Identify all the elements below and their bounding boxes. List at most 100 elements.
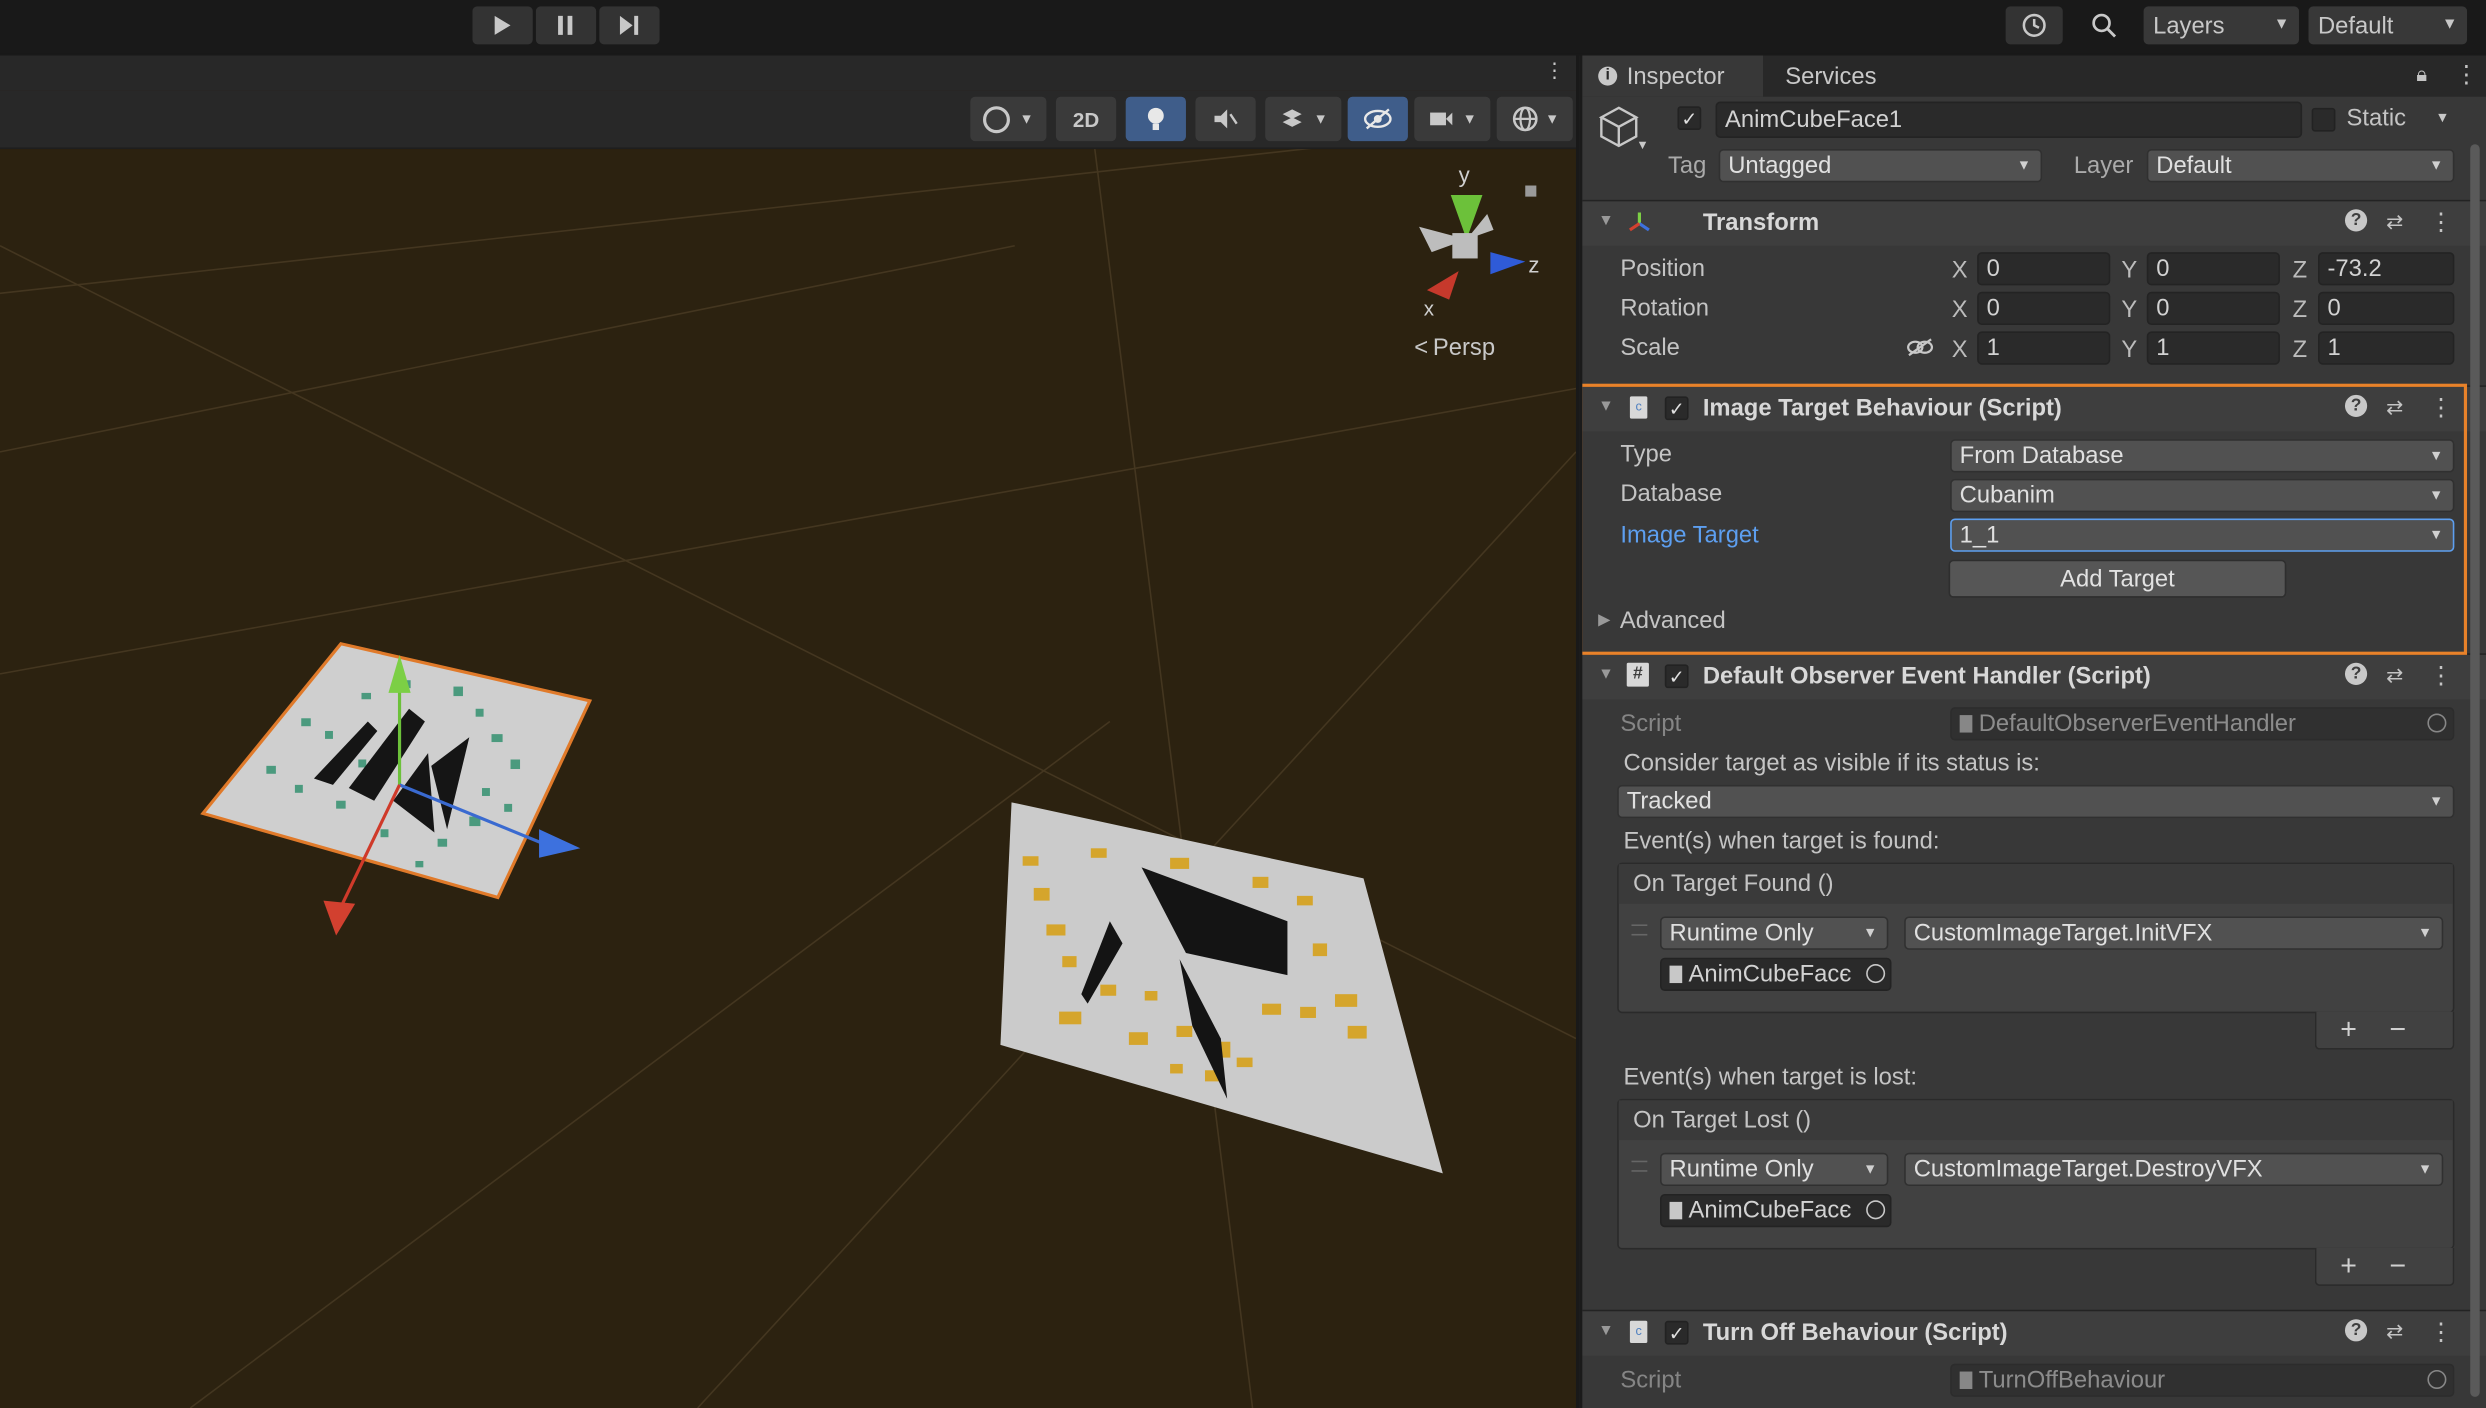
- lock-icon[interactable]: 🔒︎: [2416, 62, 2427, 87]
- chevron-down-icon: ▼: [1462, 110, 1477, 127]
- rotation-x-field[interactable]: 0: [1977, 291, 2111, 326]
- constrain-proportions-icon[interactable]: [1906, 336, 1935, 358]
- history-icon: [2022, 13, 2046, 37]
- layout-label: Default: [2318, 11, 2394, 39]
- preset-sliders-icon[interactable]: ⇄: [2386, 1319, 2403, 1344]
- lost-function-dropdown[interactable]: CustomImageTarget.DestroyVFX ▼: [1904, 1152, 2444, 1187]
- gizmos-dropdown[interactable]: ▼: [1496, 96, 1573, 142]
- rotation-z-field[interactable]: 0: [2318, 291, 2455, 326]
- play-button[interactable]: [472, 6, 533, 45]
- layers-dropdown[interactable]: Layers ▼: [2143, 6, 2299, 45]
- remove-listener-button[interactable]: −: [2389, 1249, 2406, 1282]
- preset-sliders-icon[interactable]: ⇄: [2386, 209, 2403, 234]
- projection-toggle[interactable]: < Persp: [1414, 335, 1495, 362]
- orientation-gizmo[interactable]: [1419, 185, 1537, 300]
- draw-mode-button[interactable]: ▼: [970, 96, 1047, 142]
- tag-label: Tag: [1667, 152, 1707, 180]
- scene-visibility-toggle[interactable]: [1347, 96, 1408, 142]
- mute-icon: [1214, 109, 1238, 129]
- effects-dropdown[interactable]: ▼: [1265, 96, 1342, 142]
- lost-object-field[interactable]: AnimCubeFacє: [1660, 1193, 1892, 1228]
- more-options-icon[interactable]: ⋮: [2429, 208, 2453, 236]
- position-x-field[interactable]: 0: [1977, 252, 2111, 286]
- help-icon[interactable]: ?: [2344, 1319, 2368, 1342]
- more-options-icon[interactable]: ⋮: [1544, 59, 1565, 84]
- audio-toggle[interactable]: [1195, 96, 1256, 142]
- on-target-found-event: On Target Found () Runtime Only ▼ Custom…: [1617, 862, 2455, 1014]
- add-listener-button[interactable]: +: [2340, 1013, 2357, 1046]
- scale-x-field[interactable]: 1: [1977, 331, 2111, 365]
- scale-y-field[interactable]: 1: [2146, 331, 2280, 365]
- info-icon: i: [1598, 66, 1618, 86]
- gizmo-globe-icon: [1512, 106, 1537, 132]
- found-runtime-dropdown[interactable]: Runtime Only ▼: [1660, 916, 1889, 950]
- chevron-down-icon: ▼: [2429, 156, 2444, 173]
- gizmo-y-label: y: [1458, 161, 1470, 188]
- lost-runtime-dropdown[interactable]: Runtime Only ▼: [1660, 1152, 1889, 1187]
- chevron-down-icon[interactable]: ▼: [2435, 109, 2449, 125]
- active-checkbox[interactable]: ✓: [1677, 106, 1702, 131]
- layer-label: Layer: [2073, 152, 2134, 180]
- foldout-arrow-icon[interactable]: ▼: [1598, 666, 1614, 683]
- turnoff-enabled-checkbox[interactable]: ✓: [1664, 1320, 1689, 1345]
- transform-header[interactable]: ▼ Transform ? ⇄ ⋮: [1582, 199, 2486, 246]
- observer-enabled-checkbox[interactable]: ✓: [1664, 664, 1689, 689]
- step-button[interactable]: [599, 6, 660, 45]
- static-checkbox[interactable]: [2311, 107, 2336, 132]
- position-z-field[interactable]: -73.2: [2318, 252, 2455, 286]
- transform-axes-icon: [1629, 212, 1650, 232]
- scale-z-field[interactable]: 1: [2318, 331, 2455, 365]
- chevron-down-icon: ▼: [2418, 924, 2433, 941]
- tab-inspector-label: Inspector: [1626, 62, 1725, 90]
- perspective-icon: <: [1414, 334, 1429, 362]
- position-y-axis-label: Y: [2121, 256, 2138, 284]
- foldout-arrow-icon[interactable]: ▼: [1598, 1322, 1614, 1339]
- chevron-down-icon[interactable]: ▼: [1636, 138, 1649, 152]
- object-picker-icon[interactable]: [1866, 1200, 1886, 1220]
- tab-services[interactable]: Services: [1785, 55, 1912, 96]
- add-listener-button[interactable]: +: [2340, 1249, 2357, 1282]
- layer-dropdown[interactable]: Default ▼: [2146, 149, 2455, 183]
- found-object-field[interactable]: AnimCubeFacє: [1660, 957, 1892, 991]
- chevron-down-icon: ▼: [1545, 110, 1560, 127]
- found-function-dropdown[interactable]: CustomImageTarget.InitVFX ▼: [1904, 916, 2444, 950]
- chevron-down-icon: ▼: [2016, 156, 2032, 173]
- camera-dropdown[interactable]: ▼: [1414, 96, 1491, 142]
- drag-handle-icon[interactable]: [1631, 1160, 1648, 1172]
- main-toolbar: Layers ▼ Default ▼: [0, 0, 2486, 54]
- remove-listener-button[interactable]: −: [2389, 1013, 2406, 1046]
- found-function-value: CustomImageTarget.InitVFX: [1913, 919, 2213, 947]
- tab-inspector[interactable]: i Inspector: [1582, 55, 1764, 97]
- scene-view[interactable]: ⋮ ▼ 2D ▼ ▼ ▼ y z x < Persp: [0, 55, 1576, 1408]
- drag-handle-icon[interactable]: [1631, 924, 1648, 936]
- status-dropdown[interactable]: Tracked ▼: [1617, 784, 2455, 819]
- rotation-y-field[interactable]: 0: [2146, 291, 2280, 326]
- lighting-toggle[interactable]: [1125, 96, 1186, 142]
- tag-dropdown[interactable]: Untagged ▼: [1718, 149, 2043, 183]
- turnoff-header[interactable]: ▼ c ✓ Turn Off Behaviour (Script) ? ⇄ ⋮: [1582, 1309, 2486, 1356]
- preset-sliders-icon[interactable]: ⇄: [2386, 663, 2403, 688]
- pause-button[interactable]: [535, 6, 597, 45]
- help-icon[interactable]: ?: [2344, 662, 2368, 685]
- search-button[interactable]: [2075, 6, 2132, 44]
- more-options-icon[interactable]: ⋮: [2429, 1318, 2453, 1346]
- layout-dropdown[interactable]: Default ▼: [2308, 6, 2468, 45]
- history-button[interactable]: [2005, 6, 2063, 45]
- hidden-eye-icon: [1363, 108, 1392, 130]
- search-icon: [2092, 13, 2117, 38]
- selected-target-plane[interactable]: [200, 641, 593, 936]
- inspector-scrollbar[interactable]: [2470, 144, 2480, 1397]
- tag-value: Untagged: [1728, 152, 1832, 180]
- toggle-2d-button[interactable]: 2D: [1055, 96, 1117, 142]
- more-options-icon[interactable]: ⋮: [2454, 60, 2478, 89]
- image-target-plane[interactable]: [1000, 802, 1443, 1174]
- object-picker-icon[interactable]: [1866, 964, 1886, 984]
- scene-canvas[interactable]: [0, 55, 1576, 1408]
- more-options-icon[interactable]: ⋮: [2429, 661, 2453, 690]
- foldout-arrow-icon[interactable]: ▼: [1598, 212, 1614, 229]
- help-icon[interactable]: ?: [2344, 209, 2368, 232]
- observer-header[interactable]: ▼ # ✓ Default Observer Event Handler (Sc…: [1582, 653, 2486, 700]
- object-name-field[interactable]: AnimCubeFace1: [1715, 101, 2303, 138]
- scale-label: Scale: [1620, 334, 1680, 362]
- position-y-field[interactable]: 0: [2146, 252, 2280, 286]
